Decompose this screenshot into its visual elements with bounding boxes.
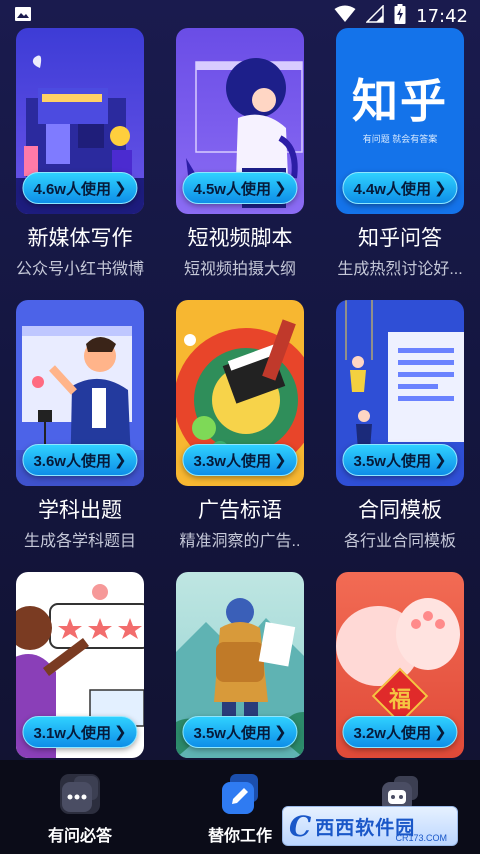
- chevron-right-icon: ❯: [273, 180, 287, 197]
- usage-pill[interactable]: 4.4w人使用 ❯: [342, 172, 458, 204]
- card-thumbnail: 3.6w人使用 ❯: [16, 300, 144, 486]
- card-subtitle: 短视频拍摄大纲: [183, 261, 296, 278]
- usage-pill[interactable]: 3.5w人使用 ❯: [342, 444, 458, 476]
- card-subtitle: 公众号小红书微博: [15, 261, 144, 278]
- card-thumbnail: 4.6w人使用 ❯: [16, 28, 144, 214]
- card-thumbnail: 3.5w人使用 ❯: [336, 300, 464, 486]
- chevron-right-icon: ❯: [273, 452, 287, 469]
- tab-label: 有问必答: [47, 828, 112, 845]
- usage-pill[interactable]: 4.5w人使用 ❯: [182, 172, 298, 204]
- card-thumbnail: 3.1w人使用 ❯: [16, 572, 144, 758]
- pen-icon: [220, 774, 260, 814]
- status-time: 17:42: [416, 5, 468, 27]
- card-subtitle: 生成各学科题目: [23, 533, 136, 550]
- status-bar: 17:42: [0, 0, 480, 32]
- usage-pill[interactable]: 3.6w人使用 ❯: [22, 444, 138, 476]
- usage-pill[interactable]: 3.3w人使用 ❯: [182, 444, 298, 476]
- tool-card-short-video[interactable]: 4.5w人使用 ❯ 短视频脚本 短视频拍摄大纲: [160, 28, 320, 280]
- tool-card-subject-quiz[interactable]: 3.6w人使用 ❯ 学科出题 生成各学科题目: [0, 300, 160, 552]
- zhihu-logo: 知乎 有问题 就会有答案: [352, 75, 448, 144]
- watermark-logo: C 西西软件园 CR173.COM: [282, 806, 458, 846]
- card-thumbnail: 福 3.2w人使用 ❯: [336, 572, 464, 758]
- usage-pill[interactable]: 3.2w人使用 ❯: [342, 716, 458, 748]
- tool-card-fortune[interactable]: 福 3.2w人使用 ❯: [320, 572, 480, 758]
- chevron-right-icon: ❯: [113, 724, 127, 741]
- card-title: 短视频脚本: [187, 227, 293, 250]
- card-title: 知乎问答: [358, 227, 442, 250]
- usage-pill[interactable]: 3.5w人使用 ❯: [182, 716, 298, 748]
- card-thumbnail: 3.3w人使用 ❯: [176, 300, 304, 486]
- chevron-right-icon: ❯: [113, 452, 127, 469]
- usage-pill[interactable]: 4.6w人使用 ❯: [22, 172, 138, 204]
- tool-card-contract[interactable]: 3.5w人使用 ❯ 合同模板 各行业合同模板: [320, 300, 480, 552]
- card-subtitle: 生成热烈讨论好...: [337, 261, 463, 278]
- card-title: 广告标语: [198, 499, 282, 522]
- tab-ask[interactable]: 有问必答: [0, 760, 160, 854]
- tool-card-new-media[interactable]: 4.6w人使用 ❯ 新媒体写作 公众号小红书微博: [0, 28, 160, 280]
- chevron-right-icon: ❯: [433, 724, 447, 741]
- chevron-right-icon: ❯: [273, 724, 287, 741]
- usage-pill[interactable]: 3.1w人使用 ❯: [22, 716, 138, 748]
- tool-card-travel[interactable]: 3.5w人使用 ❯: [160, 572, 320, 758]
- chat-dots-icon: [60, 774, 100, 814]
- tab-label: 替你工作: [207, 828, 272, 845]
- chevron-right-icon: ❯: [433, 452, 447, 469]
- card-title: 合同模板: [358, 499, 442, 522]
- tool-card-zhihu[interactable]: 知乎 有问题 就会有答案 4.4w人使用 ❯ 知乎问答 生成热烈讨论好...: [320, 28, 480, 280]
- card-thumbnail: 知乎 有问题 就会有答案 4.4w人使用 ❯: [336, 28, 464, 214]
- wifi-icon: [334, 5, 356, 28]
- chevron-right-icon: ❯: [433, 180, 447, 197]
- chevron-right-icon: ❯: [113, 180, 127, 197]
- card-thumbnail: 3.5w人使用 ❯: [176, 572, 304, 758]
- fortune-badge-text: 福: [388, 687, 411, 712]
- card-subtitle: 精准洞察的广告..: [179, 533, 301, 550]
- signal-icon: [365, 3, 384, 28]
- card-title: 新媒体写作: [27, 227, 133, 250]
- tool-grid: 4.6w人使用 ❯ 新媒体写作 公众号小红书微博 4.5w人使用 ❯ 短视频脚本 短…: [0, 28, 480, 760]
- card-subtitle: 各行业合同模板: [343, 533, 456, 550]
- card-thumbnail: 4.5w人使用 ❯: [176, 28, 304, 214]
- battery-charging-icon: [394, 3, 406, 29]
- image-icon: [14, 5, 32, 28]
- card-title: 学科出题: [38, 499, 122, 522]
- tool-card-ad-slogan[interactable]: 3.3w人使用 ❯ 广告标语 精准洞察的广告..: [160, 300, 320, 552]
- tool-card-review[interactable]: 3.1w人使用 ❯: [0, 572, 160, 758]
